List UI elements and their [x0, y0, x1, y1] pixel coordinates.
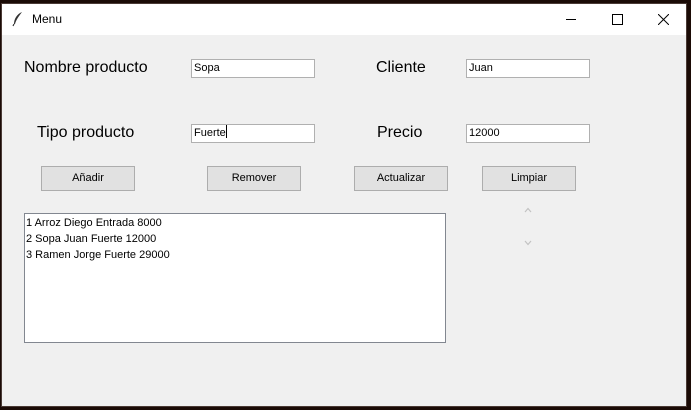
tipo-producto-value: Fuerte — [194, 127, 226, 139]
nombre-producto-label: Nombre producto — [24, 59, 148, 76]
minimize-button[interactable] — [549, 4, 595, 35]
app-window: Menu Nombre producto Sopa Cliente Juan T… — [1, 3, 687, 407]
scroll-down-button[interactable] — [521, 237, 535, 251]
list-item[interactable]: 2 Sopa Juan Fuerte 12000 — [26, 231, 445, 247]
chevron-up-icon — [524, 207, 532, 213]
limpiar-button[interactable]: Limpiar — [482, 166, 576, 191]
text-cursor — [225, 125, 227, 138]
cliente-input[interactable]: Juan — [466, 59, 590, 78]
product-listbox[interactable]: 1 Arroz Diego Entrada 8000 2 Sopa Juan F… — [24, 213, 446, 343]
chevron-down-icon — [524, 240, 532, 246]
anadir-button[interactable]: Añadir — [41, 166, 135, 191]
tipo-producto-label: Tipo producto — [37, 124, 135, 141]
list-item[interactable]: 1 Arroz Diego Entrada 8000 — [26, 215, 445, 231]
cliente-label: Cliente — [376, 59, 426, 76]
tipo-producto-input[interactable]: Fuerte — [191, 124, 315, 143]
listbox-scrollbar[interactable] — [521, 204, 535, 251]
remover-button[interactable]: Remover — [207, 166, 301, 191]
feather-icon — [11, 11, 25, 27]
actualizar-button[interactable]: Actualizar — [354, 166, 448, 191]
nombre-producto-input[interactable]: Sopa — [191, 59, 315, 78]
list-item[interactable]: 3 Ramen Jorge Fuerte 29000 — [26, 247, 445, 263]
scroll-up-button[interactable] — [521, 204, 535, 218]
maximize-button[interactable] — [595, 4, 641, 35]
precio-label: Precio — [377, 124, 423, 141]
minimize-icon — [566, 19, 576, 20]
close-button[interactable] — [641, 4, 687, 35]
precio-input[interactable]: 12000 — [466, 124, 590, 143]
title-bar[interactable]: Menu — [2, 4, 686, 35]
maximize-icon — [612, 14, 623, 25]
close-icon — [658, 14, 669, 25]
window-title: Menu — [32, 12, 63, 26]
